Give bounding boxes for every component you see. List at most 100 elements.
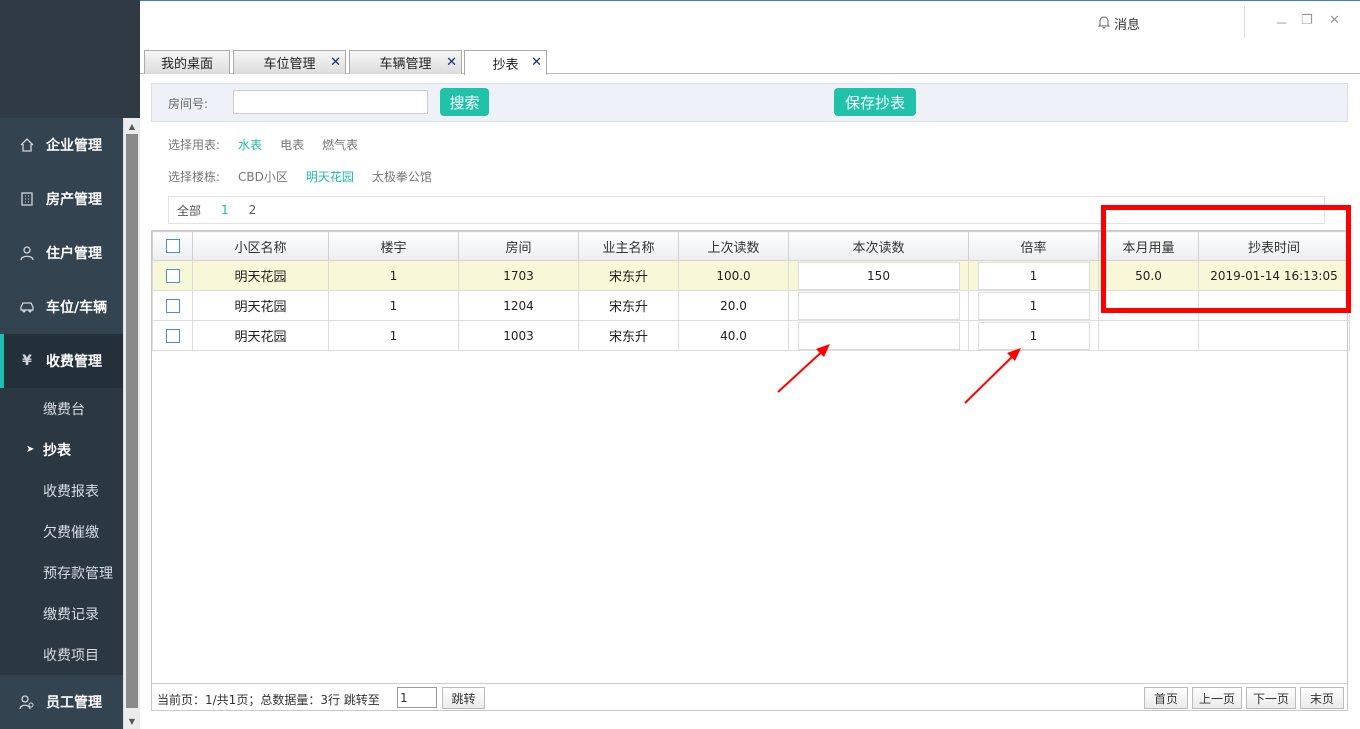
sidebar-item-billing[interactable]: ¥ 收费管理 <box>0 334 123 388</box>
submenu-payment-records[interactable]: 缴费记录 <box>0 593 123 634</box>
sidebar-menu: 企业管理 房产管理 住户管理 车位/车辆 ¥ 收费管理 缴费台 ➤ 抄表 收费报… <box>0 118 123 729</box>
meter-filter-label: 选择用表: <box>168 138 221 152</box>
sidebar-item-label: 收费管理 <box>46 354 102 370</box>
cell-building: 1 <box>328 290 459 321</box>
meter-option-water[interactable]: 水表 <box>238 136 262 153</box>
submenu-meter-reading[interactable]: ➤ 抄表 <box>0 429 123 470</box>
cell-community: 明天花园 <box>192 320 329 351</box>
scrollbar-thumb[interactable] <box>126 134 138 708</box>
unit-tab-all[interactable]: 全部 <box>177 202 201 219</box>
tab-parking[interactable]: 车位管理 ✕ <box>233 50 346 74</box>
building-icon <box>18 190 36 208</box>
jump-page-input[interactable]: 1 <box>397 687 437 708</box>
close-tab-icon[interactable]: ✕ <box>330 55 341 70</box>
col-current-reading: 本次读数 <box>788 231 969 261</box>
building-filter-label: 选择楼栋: <box>168 170 221 184</box>
row-checkbox[interactable] <box>165 298 180 313</box>
red-arrow-icon <box>964 348 1021 404</box>
sidebar-item-enterprise[interactable]: 企业管理 <box>0 118 123 172</box>
scroll-up-icon[interactable]: ▲ <box>124 118 140 134</box>
submenu-label: 收费项目 <box>43 647 99 664</box>
cell-current-reading: 150 <box>788 260 969 291</box>
row-select-cell[interactable] <box>152 260 193 291</box>
red-arrow-icon <box>777 344 830 393</box>
cell-community: 明天花园 <box>192 260 329 291</box>
building-option-cbd[interactable]: CBD小区 <box>238 168 288 185</box>
building-option-tomorrow-garden[interactable]: 明天花园 <box>306 168 354 185</box>
minimize-icon[interactable]: － <box>1275 13 1288 32</box>
unit-tab-2[interactable]: 2 <box>249 203 257 217</box>
sidebar-item-residents[interactable]: 住户管理 <box>0 226 123 280</box>
close-tab-icon[interactable]: ✕ <box>531 55 542 70</box>
next-page-button[interactable]: 下一页 <box>1246 687 1296 709</box>
col-rate: 倍率 <box>968 231 1099 261</box>
restore-icon[interactable]: ❐ <box>1301 13 1313 28</box>
prev-page-button[interactable]: 上一页 <box>1192 687 1242 709</box>
cell-owner: 宋东升 <box>578 320 679 351</box>
jump-button[interactable]: 跳转 <box>442 687 485 709</box>
sidebar-item-property[interactable]: 房产管理 <box>0 172 123 226</box>
cell-room: 1703 <box>458 260 579 291</box>
cell-owner: 宋东升 <box>578 260 679 291</box>
submenu-label: 欠费催缴 <box>43 524 99 541</box>
first-page-button[interactable]: 首页 <box>1144 687 1188 709</box>
messages-label: 消息 <box>1114 18 1141 33</box>
sidebar-item-parking[interactable]: 车位/车辆 <box>0 280 123 334</box>
logo-area <box>0 0 140 118</box>
top-bar: 消息 － ❐ ✕ <box>140 0 1360 45</box>
row-checkbox[interactable] <box>165 268 180 283</box>
divider <box>1244 6 1245 38</box>
room-input[interactable] <box>233 90 428 114</box>
tab-desktop[interactable]: 我的桌面 <box>144 50 230 74</box>
row-select-cell[interactable] <box>152 290 193 321</box>
submenu-label: 抄表 <box>43 442 71 459</box>
sidebar-item-staff[interactable]: 员工管理 <box>0 675 123 729</box>
table-row[interactable]: 明天花园 1 1003 宋东升 40.0 1 <box>152 320 1350 351</box>
col-community: 小区名称 <box>192 231 329 261</box>
col-building: 楼宇 <box>328 231 459 261</box>
rate-input[interactable]: 1 <box>977 291 1090 320</box>
billing-submenu: 缴费台 ➤ 抄表 收费报表 欠费催缴 预存款管理 缴费记录 收费项目 <box>0 388 123 675</box>
submenu-fee-items[interactable]: 收费项目 <box>0 634 123 675</box>
submenu-payment-desk[interactable]: 缴费台 <box>0 388 123 429</box>
meter-filter: 选择用表: 水表 电表 燃气表 <box>168 136 358 153</box>
cell-community: 明天花园 <box>192 290 329 321</box>
unit-tab-1[interactable]: 1 <box>221 203 229 217</box>
tab-vehicles[interactable]: 车辆管理 ✕ <box>349 50 462 74</box>
sidebar: 企业管理 房产管理 住户管理 车位/车辆 ¥ 收费管理 缴费台 ➤ 抄表 收费报… <box>0 0 140 729</box>
select-all-cell[interactable] <box>152 231 193 261</box>
last-page-button[interactable]: 末页 <box>1300 687 1344 709</box>
submenu-arrears[interactable]: 欠费催缴 <box>0 511 123 552</box>
submenu-billing-report[interactable]: 收费报表 <box>0 470 123 511</box>
building-option-taiji[interactable]: 太极拳公馆 <box>372 168 432 185</box>
rate-input[interactable]: 1 <box>977 261 1090 290</box>
sidebar-scrollbar[interactable]: ▲ ▼ <box>123 118 140 729</box>
user-icon <box>18 244 36 262</box>
cell-current-reading <box>788 290 969 321</box>
sidebar-item-label: 车位/车辆 <box>46 300 108 316</box>
current-reading-input[interactable]: 150 <box>797 261 960 290</box>
save-readings-button[interactable]: 保存抄表 <box>834 88 916 116</box>
row-checkbox[interactable] <box>165 328 180 343</box>
room-label: 房间号: <box>168 97 209 111</box>
car-icon <box>18 298 36 316</box>
search-button[interactable]: 搜索 <box>440 88 489 116</box>
pagination-bar: 当前页：1/共1页；总数据量：3行 跳转至 1 跳转 首页 上一页 下一页 末页 <box>151 683 1348 711</box>
close-tab-icon[interactable]: ✕ <box>446 55 457 70</box>
select-all-checkbox[interactable] <box>165 239 180 253</box>
meter-option-gas[interactable]: 燃气表 <box>322 136 358 153</box>
row-select-cell[interactable] <box>152 320 193 351</box>
close-icon[interactable]: ✕ <box>1329 13 1340 28</box>
cell-building: 1 <box>328 320 459 351</box>
staff-icon <box>18 693 36 711</box>
meter-option-electric[interactable]: 电表 <box>280 136 304 153</box>
scroll-down-icon[interactable]: ▼ <box>124 713 140 729</box>
bell-icon <box>1097 16 1111 32</box>
tab-bar: 我的桌面 车位管理 ✕ 车辆管理 ✕ 抄表 ✕ <box>140 45 1360 75</box>
cell-rate: 1 <box>968 260 1099 291</box>
submenu-prepaid[interactable]: 预存款管理 <box>0 552 123 593</box>
bottom-edge <box>140 711 1360 729</box>
current-reading-input[interactable] <box>797 291 960 320</box>
tab-meter-reading[interactable]: 抄表 ✕ <box>464 50 547 75</box>
messages-link[interactable]: 消息 <box>1097 14 1141 33</box>
